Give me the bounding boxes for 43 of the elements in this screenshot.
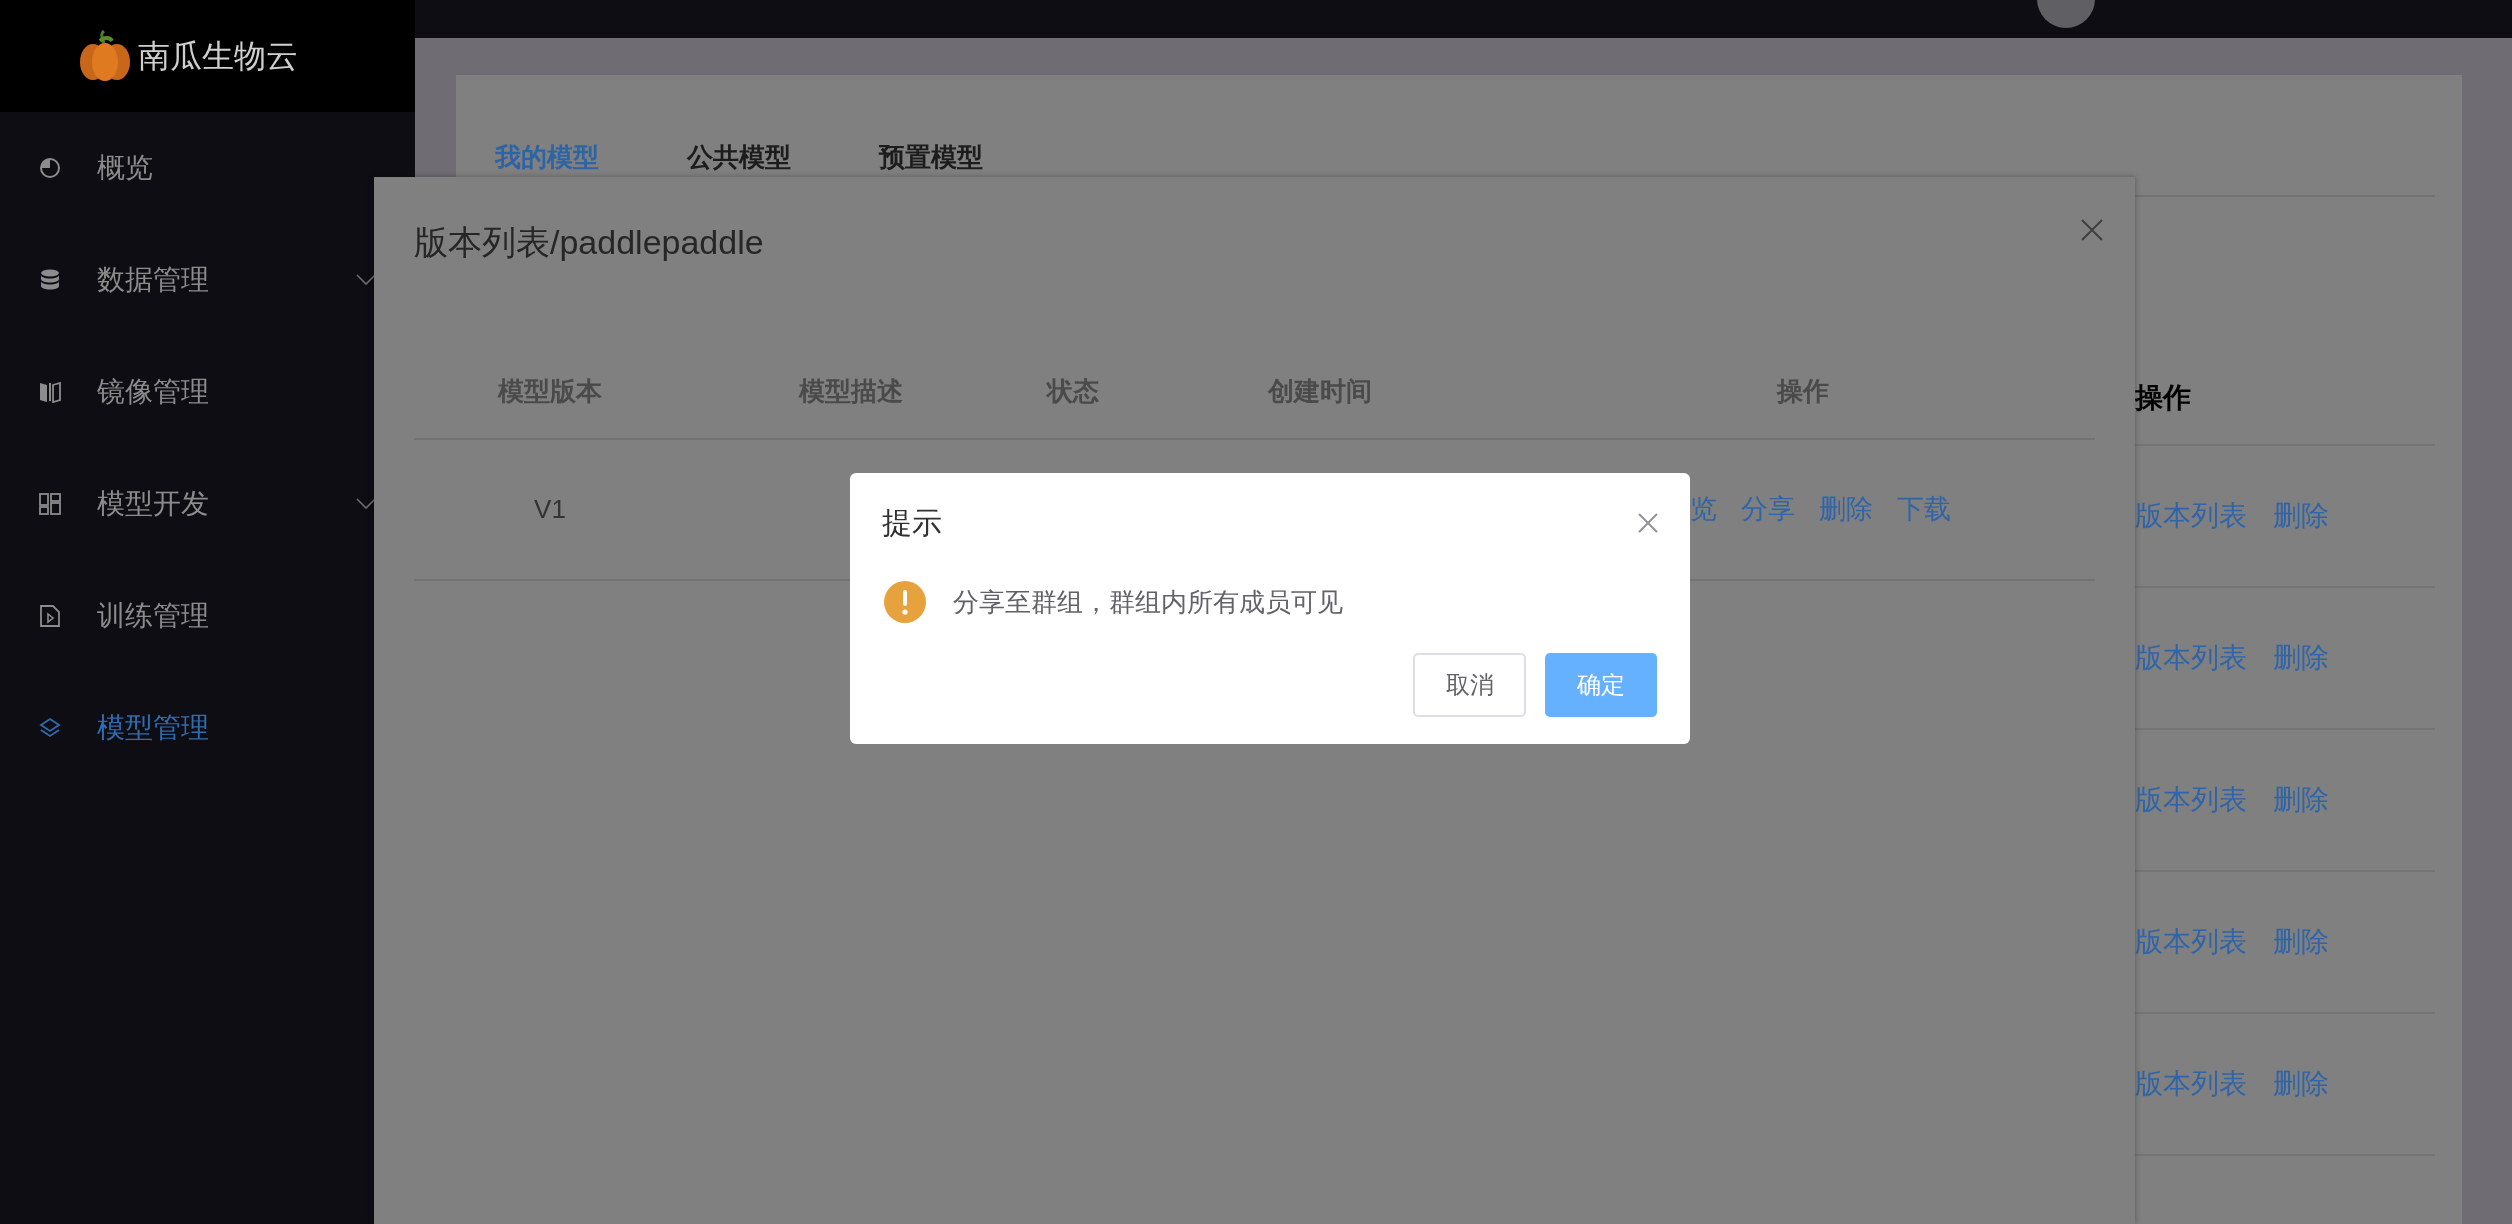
sidebar-item[interactable]: 数据管理: [0, 224, 415, 336]
confirm-message: 分享至群组，群组内所有成员可见: [953, 585, 1343, 619]
grid-icon: [38, 492, 62, 516]
action-link[interactable]: 删除: [2273, 637, 2329, 679]
confirm-button[interactable]: 确定: [1545, 653, 1657, 717]
action-link[interactable]: 下载: [1897, 489, 1951, 530]
action-link[interactable]: 版本列表: [2135, 921, 2247, 963]
sidebar-item[interactable]: 模型开发: [0, 448, 415, 560]
book-icon: [38, 380, 62, 404]
app-name: 南瓜生物云: [137, 37, 298, 76]
sidebar-item[interactable]: 训练管理: [0, 560, 415, 672]
sidebar-item[interactable]: 镜像管理: [0, 336, 415, 448]
action-link[interactable]: 版本列表: [2135, 637, 2247, 679]
close-icon[interactable]: [2081, 219, 2103, 241]
action-link[interactable]: 删除: [2273, 495, 2329, 537]
action-link[interactable]: 版本列表: [2135, 779, 2247, 821]
cancel-button[interactable]: 取消: [1413, 653, 1526, 717]
action-link[interactable]: 删除: [1819, 489, 1873, 530]
dialog-title: 提示: [882, 505, 942, 541]
chevron-down-icon[interactable]: [356, 498, 376, 510]
dialog-title: 版本列表/paddlepaddle: [414, 222, 764, 262]
database-icon: [38, 268, 62, 292]
action-link[interactable]: 删除: [2273, 921, 2329, 963]
action-link[interactable]: 删除: [2273, 779, 2329, 821]
action-link[interactable]: 删除: [2273, 1063, 2329, 1105]
action-link[interactable]: 版本列表: [2135, 495, 2247, 537]
warning-icon: [884, 581, 926, 623]
layers-icon: [38, 716, 62, 740]
close-icon[interactable]: [1638, 513, 1658, 533]
tab[interactable]: 公共模型: [687, 141, 791, 173]
sidebar-item[interactable]: 模型管理: [0, 672, 415, 784]
action-link[interactable]: 览: [1690, 489, 1717, 530]
action-link[interactable]: 分享: [1741, 489, 1795, 530]
table-cell-text: V1: [533, 493, 567, 526]
pumpkin-logo-icon: [77, 29, 132, 83]
sidebar-item[interactable]: 概览: [0, 112, 415, 224]
video-file-icon: [38, 604, 62, 628]
tab[interactable]: 我的模型: [495, 141, 599, 173]
tab[interactable]: 预置模型: [879, 141, 983, 173]
action-link[interactable]: 版本列表: [2135, 1063, 2247, 1105]
pie-chart-icon: [38, 156, 62, 180]
chevron-down-icon[interactable]: [356, 274, 376, 286]
column-header: 操作: [2135, 380, 2191, 415]
